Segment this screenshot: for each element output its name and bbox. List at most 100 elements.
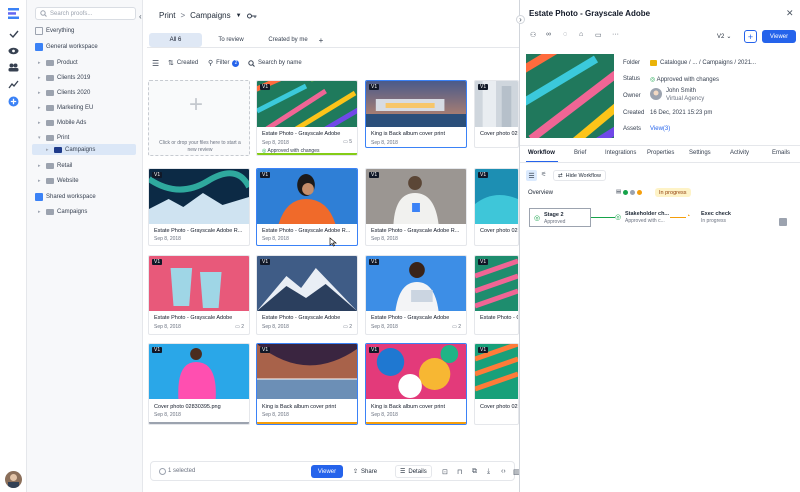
- stage-settings-icon[interactable]: [779, 218, 787, 226]
- proof-card[interactable]: V1 Cover photo 023...: [474, 80, 519, 148]
- filter-button[interactable]: ⚲ Filter 2: [208, 57, 240, 69]
- hierarchy-icon[interactable]: ⚟: [541, 171, 546, 178]
- proof-card[interactable]: V1 King is Back album cover print Sep 8,…: [256, 343, 358, 425]
- sidebar-item-product[interactable]: ▸ Product: [38, 57, 78, 68]
- sidebar-item-marketing-eu[interactable]: ▸ Marketing EU: [38, 102, 93, 113]
- move-icon[interactable]: ⊡: [442, 468, 448, 476]
- proof-card[interactable]: V1 Estate Photo - Grayscale Adobe R... ▭…: [365, 255, 467, 335]
- tab-created-by-me[interactable]: Created by me: [260, 33, 316, 47]
- sidebar-item-clients-2019[interactable]: ▸ Clients 2019: [38, 72, 90, 83]
- viewer-button[interactable]: Viewer: [311, 465, 343, 478]
- folder-path[interactable]: Catalogue / ... / Campaigns / 2021...: [650, 60, 756, 66]
- proof-card[interactable]: V1 Cover photo 023...: [474, 168, 519, 246]
- proof-card[interactable]: V1 King is Back album cover print Sep 8,…: [365, 80, 467, 148]
- proof-card[interactable]: V1 King is Back album cover print Sep 8,…: [365, 343, 467, 425]
- tab-all[interactable]: All 6: [149, 33, 202, 47]
- divider: [520, 145, 800, 146]
- caret-down-icon[interactable]: ▼: [236, 13, 242, 19]
- upload-dropzone[interactable]: + Click or drop your files here to start…: [148, 80, 250, 156]
- tab-to-review[interactable]: To review: [205, 33, 257, 47]
- sidebar-item-mobile-ads[interactable]: ▸ Mobile Ads: [38, 117, 86, 128]
- list-view-icon[interactable]: ☰: [526, 170, 537, 181]
- list-icon: ☰: [152, 58, 160, 68]
- lock-icon[interactable]: ⊓: [457, 468, 462, 476]
- sidebar-item-everything[interactable]: Everything: [35, 25, 74, 36]
- version-badge: V1: [478, 259, 489, 265]
- proof-title: Estate Photo - Grayscale Adobe R...: [154, 315, 232, 321]
- stage-dot: [637, 189, 643, 195]
- deselect-checkbox[interactable]: [159, 468, 166, 475]
- check-icon[interactable]: [6, 26, 21, 41]
- overview-label: Overview: [528, 190, 554, 196]
- proof-card[interactable]: V1 Estate Photo - Grayscale Adobe R... ▭…: [148, 255, 250, 335]
- tab-settings[interactable]: Settings: [689, 150, 711, 156]
- user-avatar[interactable]: [5, 471, 22, 488]
- code-icon[interactable]: ‹›: [501, 468, 506, 475]
- details-button[interactable]: ☰ Details: [395, 465, 432, 478]
- link-icon[interactable]: ∞: [546, 31, 551, 38]
- proof-card[interactable]: V1 Cover photo 023...: [474, 343, 519, 425]
- overview-stage-summary: ▤: [616, 189, 643, 195]
- workflow-stage-card[interactable]: ◎ Stakeholder ch... Approved with c...: [615, 208, 677, 227]
- sidebar-item-shared-workspace[interactable]: Shared workspace: [35, 191, 96, 202]
- search-by-name-input[interactable]: Search by name: [248, 57, 302, 69]
- attach-icon[interactable]: ⌂: [579, 31, 583, 38]
- breadcrumb-parent[interactable]: Print: [159, 11, 175, 20]
- folder-move-icon[interactable]: ▭: [595, 31, 602, 39]
- share-button[interactable]: ⇪ Share: [353, 465, 377, 478]
- panel-viewer-button[interactable]: Viewer: [762, 30, 796, 43]
- hide-workflow-button[interactable]: ⇄ Hide Workflow: [553, 170, 606, 181]
- key-icon[interactable]: [246, 13, 257, 19]
- sidebar-search-input[interactable]: Search proofs...: [35, 7, 136, 20]
- sidebar-item-print[interactable]: ▾ Print: [38, 132, 69, 143]
- tab-activity[interactable]: Activity: [730, 150, 749, 156]
- logo-icon[interactable]: [6, 6, 21, 21]
- assets-link[interactable]: View(3): [650, 126, 670, 132]
- proof-thumbnail: [149, 169, 249, 224]
- proof-card[interactable]: V1 Estate Photo - Grayscale Adobe R... S…: [365, 168, 467, 246]
- bell-icon[interactable]: ◌: [563, 31, 567, 38]
- proof-card[interactable]: V1 Estate Photo - Grayscale Adobe R... S…: [256, 168, 358, 246]
- collapse-panel-icon[interactable]: ›: [516, 15, 525, 24]
- users-icon[interactable]: [6, 60, 21, 75]
- tab-workflow[interactable]: Workflow: [528, 150, 555, 156]
- proof-card[interactable]: V1 Estate Photo - Gr...: [474, 255, 519, 335]
- assign-user-icon[interactable]: ⚇: [530, 31, 536, 39]
- analytics-icon[interactable]: [6, 77, 21, 92]
- download-icon[interactable]: ⤓: [487, 468, 490, 476]
- sidebar-item-retail[interactable]: ▸ Retail: [38, 160, 72, 171]
- proof-card[interactable]: V1 Estate Photo - Grayscale Adobe Sep 8,…: [256, 80, 358, 156]
- sort-button[interactable]: ⇅ Created: [168, 57, 198, 69]
- proof-card[interactable]: V1 Cover photo 02830395.png Sep 8, 2018: [148, 343, 250, 425]
- sidebar-item-campaigns[interactable]: ▸ Campaigns: [32, 144, 136, 155]
- sidebar-item-shared-campaigns[interactable]: ▸ Campaigns: [38, 206, 87, 217]
- add-circle-icon[interactable]: [6, 94, 21, 109]
- add-version-button[interactable]: +: [744, 30, 757, 43]
- collapse-sidebar-icon[interactable]: ‹: [139, 12, 142, 21]
- eye-icon[interactable]: [6, 43, 21, 58]
- breadcrumb-current[interactable]: Campaigns: [190, 11, 230, 20]
- sidebar-item-general-workspace[interactable]: General workspace: [35, 41, 98, 52]
- status-value[interactable]: ◎ Approved with changes: [650, 76, 719, 83]
- approved-icon: ◎: [650, 77, 656, 83]
- tab-add-button[interactable]: +: [315, 33, 327, 47]
- version-selector[interactable]: V2 ⌄: [717, 30, 739, 43]
- more-icon[interactable]: ···: [612, 31, 619, 38]
- copy-icon[interactable]: ⧉: [472, 468, 477, 476]
- close-icon[interactable]: ✕: [786, 8, 794, 19]
- proof-card[interactable]: V1 Estate Photo - Grayscale Adobe R... ▭…: [256, 255, 358, 335]
- proof-card[interactable]: V1 Estate Photo - Grayscale Adobe R... S…: [148, 168, 250, 246]
- tab-brief[interactable]: Brief: [574, 150, 586, 156]
- version-badge: V1: [369, 172, 380, 178]
- stage-dot: [630, 189, 636, 195]
- chevron-right-icon: ▸: [38, 89, 41, 96]
- tab-integrations[interactable]: Integrations: [605, 150, 636, 156]
- workflow-stage-card[interactable]: ◎ Stage 2 Approved: [529, 208, 591, 227]
- tab-emails[interactable]: Emails: [772, 150, 790, 156]
- list-view-toggle[interactable]: ☰: [152, 57, 159, 69]
- share-icon: ⇪: [353, 469, 359, 475]
- sidebar-item-website[interactable]: ▸ Website: [38, 175, 79, 186]
- tab-properties[interactable]: Properties: [647, 150, 674, 156]
- sidebar-item-clients-2020[interactable]: ▸ Clients 2020: [38, 87, 90, 98]
- workflow-stage-card[interactable]: ◔ Exec check In progress: [686, 208, 748, 227]
